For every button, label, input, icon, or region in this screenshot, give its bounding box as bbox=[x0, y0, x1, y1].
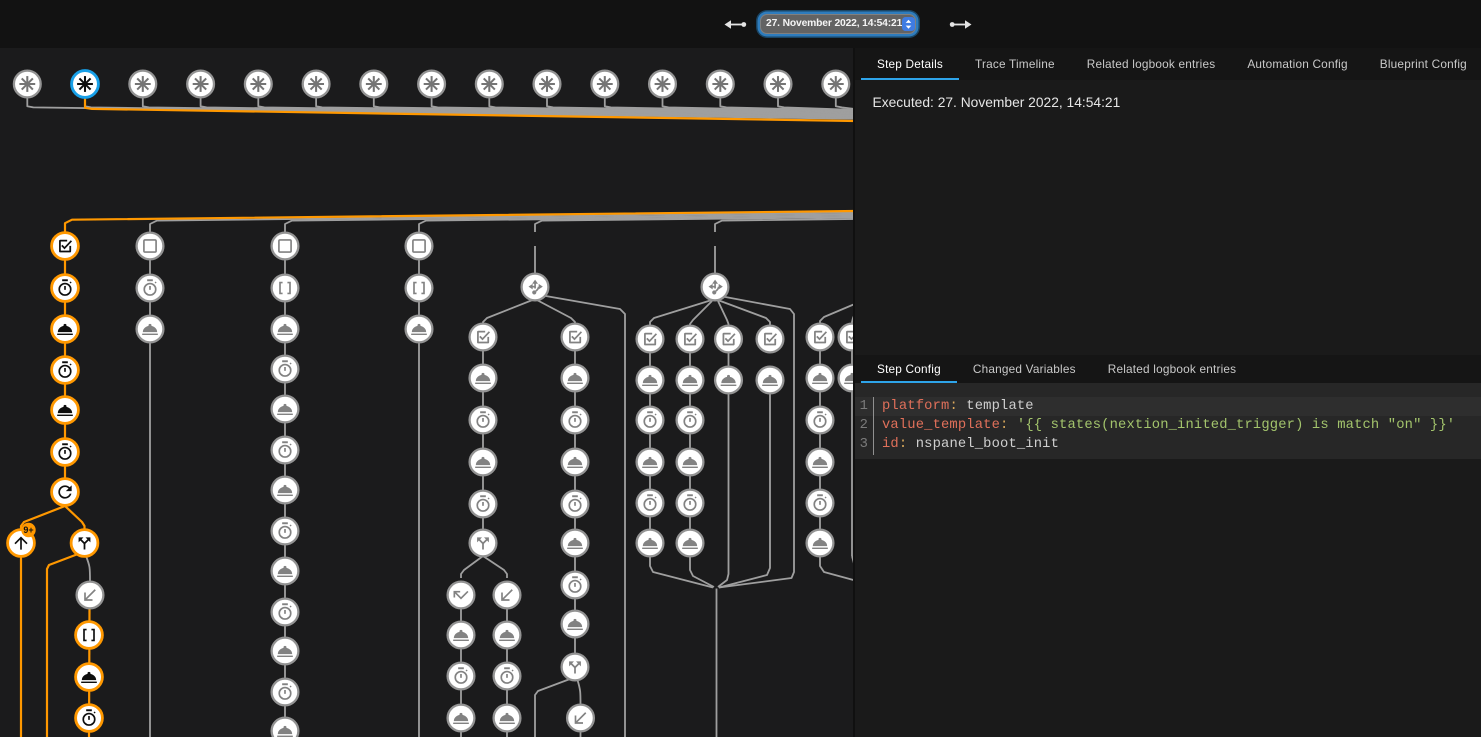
svg-text:9+: 9+ bbox=[23, 525, 33, 535]
